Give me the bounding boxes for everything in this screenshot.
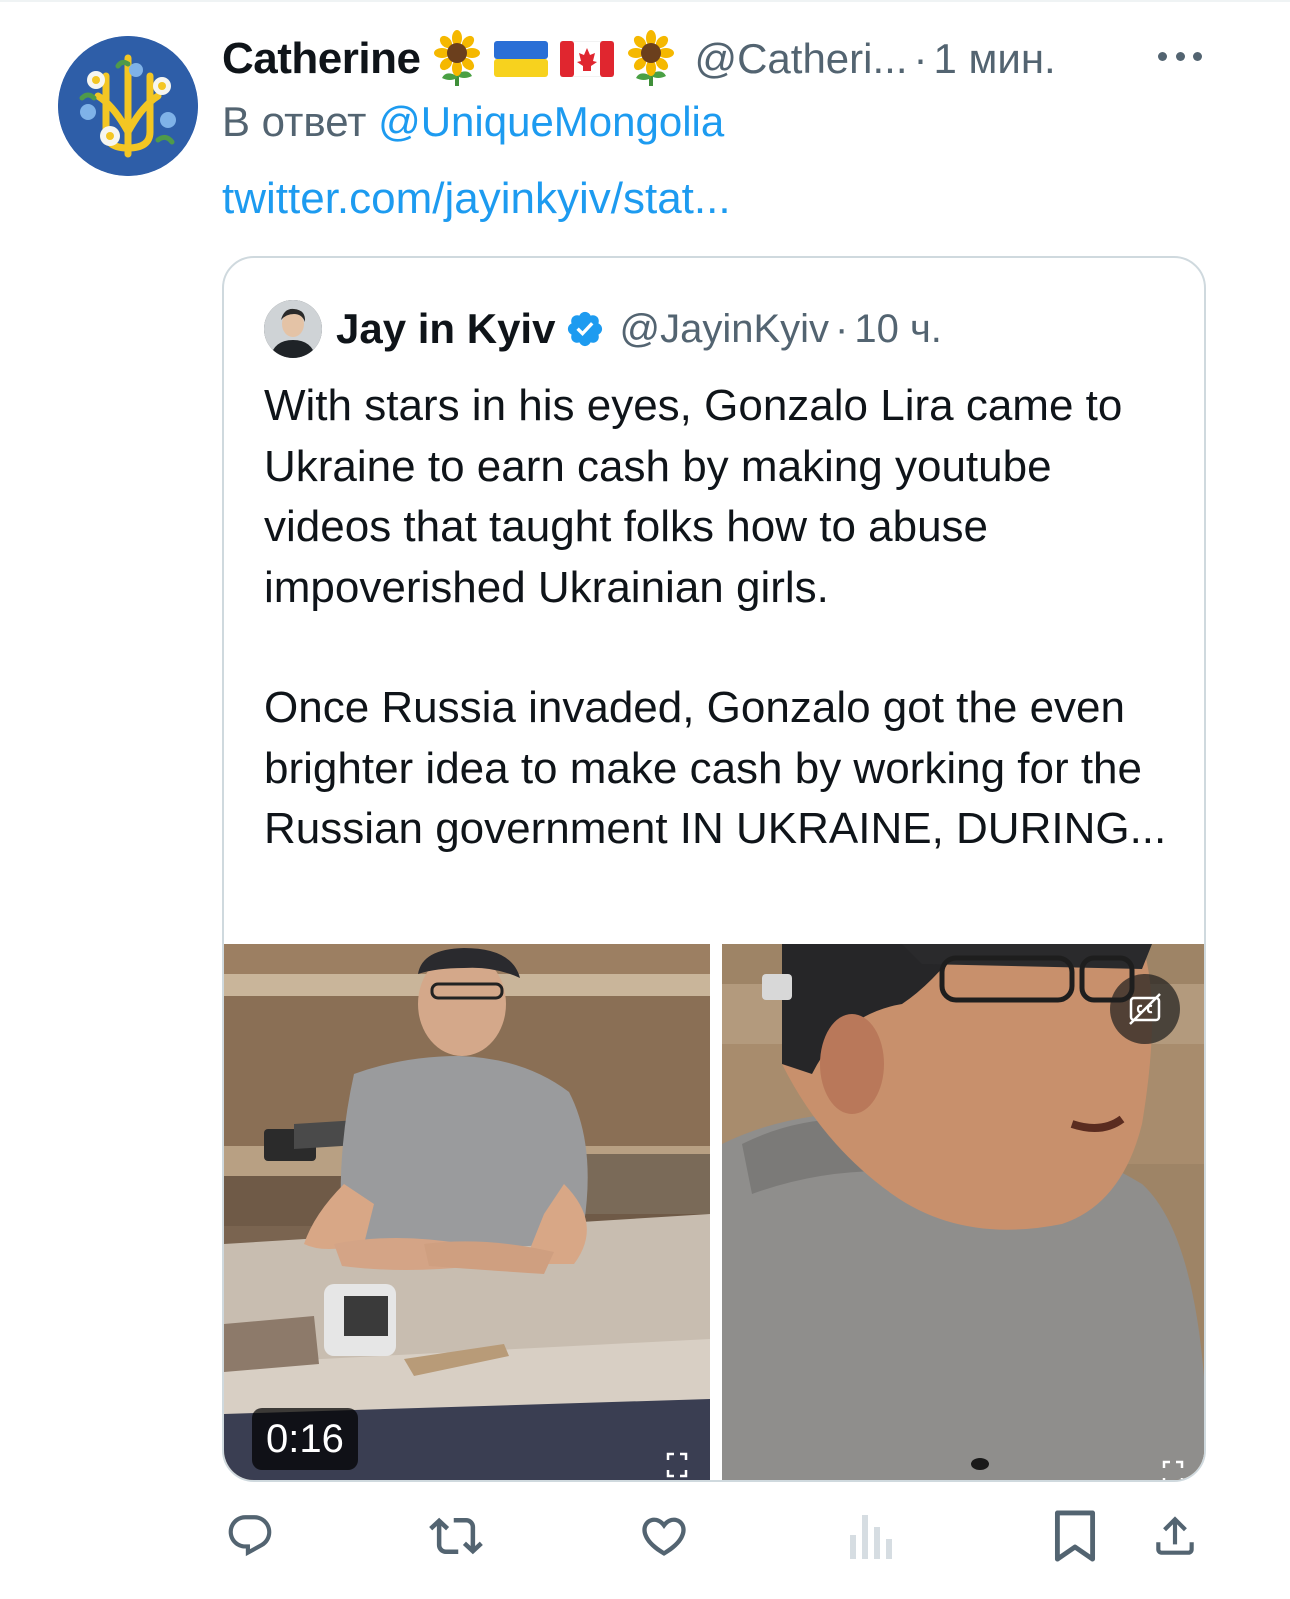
sunflower-icon [434, 30, 481, 86]
author-name[interactable]: Catherine [222, 34, 421, 84]
sunflower-icon [628, 30, 675, 86]
quoted-tweet-time[interactable]: 10 ч. [854, 307, 942, 352]
retweet-icon [429, 1517, 483, 1555]
author-emojis [432, 30, 676, 88]
video-thumbnail-left[interactable]: 0:16 [224, 944, 710, 1480]
views-button[interactable] [848, 1508, 892, 1564]
video-frame-image [224, 944, 710, 1480]
video-thumbnail-right[interactable] [722, 944, 1204, 1482]
verified-badge-icon [565, 309, 605, 349]
expand-icon[interactable] [666, 1452, 688, 1478]
expand-icon[interactable] [1162, 1460, 1184, 1482]
ukraine-flag-icon [494, 41, 549, 77]
retweet-button[interactable] [424, 1508, 488, 1564]
quoted-paragraph-2: Once Russia invaded, Gonzalo got the eve… [264, 683, 1167, 853]
quoted-header-separator: · [835, 306, 849, 351]
canada-flag-icon [560, 41, 615, 77]
tweet-action-bar [222, 1508, 1206, 1564]
media-grid: 0:16 [224, 944, 1204, 1482]
quoted-tweet-text: With stars in his eyes, Gonzalo Lira cam… [264, 376, 1184, 860]
captions-button[interactable] [1110, 974, 1180, 1044]
share-button[interactable] [1150, 1508, 1200, 1564]
reply-prefix: В ответ [222, 98, 367, 145]
quoted-tweet-header: Jay in Kyiv @JayinKyiv · 10 ч. [264, 298, 942, 360]
author-avatar[interactable] [58, 36, 198, 176]
bookmark-button[interactable] [1052, 1508, 1098, 1564]
quoted-tweet-card[interactable]: Jay in Kyiv @JayinKyiv · 10 ч. With star… [222, 256, 1206, 1482]
like-button[interactable] [636, 1508, 692, 1564]
tweet-link[interactable]: twitter.com/jayinkyiv/stat... [222, 174, 731, 224]
reply-context: В ответ @UniqueMongolia [222, 98, 724, 146]
quoted-author-name[interactable]: Jay in Kyiv [336, 305, 555, 353]
quoted-author-avatar[interactable] [264, 300, 322, 358]
captions-icon [1129, 993, 1161, 1025]
quoted-author-handle[interactable]: @JayinKyiv [619, 307, 829, 352]
top-divider [0, 0, 1290, 2]
tweet-time[interactable]: 1 мин. [934, 35, 1056, 83]
reply-mention-link[interactable]: @UniqueMongolia [378, 98, 724, 145]
reply-bubble-icon [228, 1515, 272, 1557]
views-bar-icon [850, 1515, 892, 1559]
reply-button[interactable] [222, 1508, 278, 1564]
share-icon [1156, 1516, 1194, 1555]
header-separator: · [913, 35, 928, 82]
heart-icon [642, 1517, 686, 1556]
person-photo-image [264, 300, 322, 358]
quoted-paragraph-1: With stars in his eyes, Gonzalo Lira cam… [264, 381, 1123, 612]
more-dots-icon[interactable] [1158, 46, 1202, 66]
author-handle[interactable]: @Catheri... [694, 35, 907, 83]
tweet-header: Catherine @Catheri... · 1 мин. [222, 28, 1222, 90]
video-duration-badge: 0:16 [252, 1408, 358, 1470]
trident-flowers-image [58, 36, 198, 176]
bookmark-icon [1054, 1510, 1096, 1562]
